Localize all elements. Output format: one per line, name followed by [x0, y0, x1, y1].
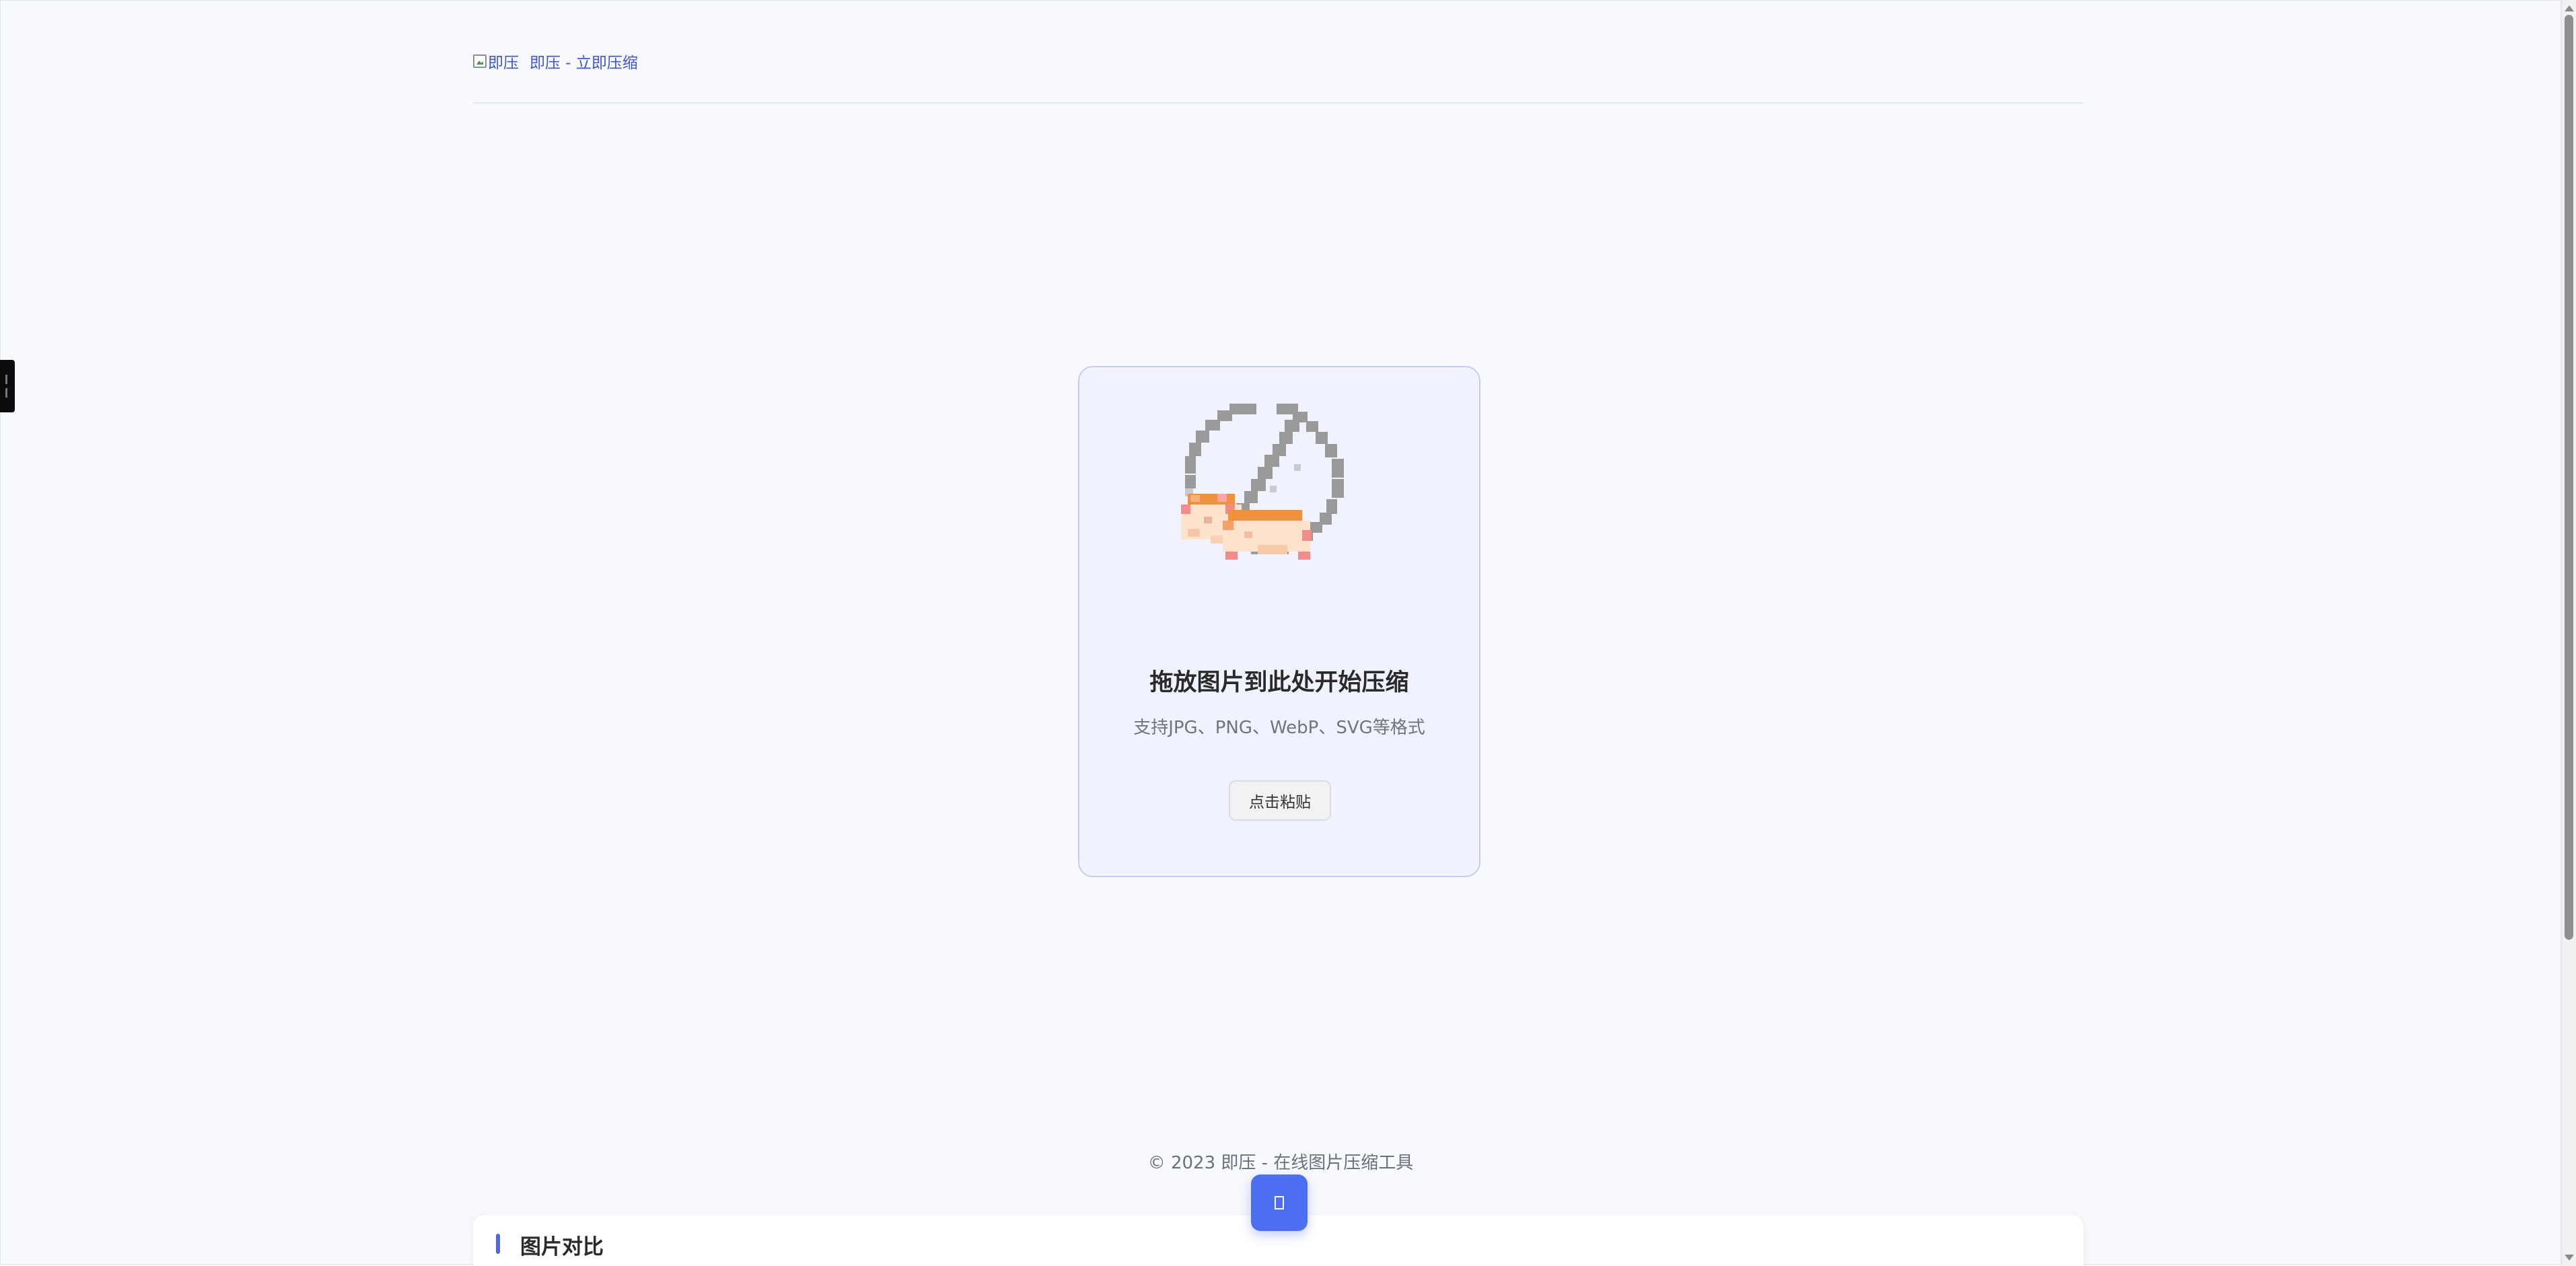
logo-image: 即压 — [473, 50, 519, 73]
site-header: 即压 即压 - 立即压缩 — [473, 47, 2083, 104]
no-image-pixel-art-icon — [1181, 404, 1344, 560]
floating-action-button[interactable] — [1251, 1175, 1308, 1231]
logo-link[interactable]: 即压 即压 - 立即压缩 — [473, 50, 638, 73]
scroll-down-arrow-icon[interactable] — [2565, 1255, 2574, 1261]
grip-line — [5, 375, 7, 384]
section-accent-bar — [496, 1234, 500, 1254]
upload-dropzone[interactable]: 拖放图片到此处开始压缩 支持JPG、PNG、WebP、SVG等格式 点击粘贴 — [1078, 366, 1480, 877]
side-drawer-handle[interactable] — [0, 360, 15, 412]
vertical-scrollbar[interactable] — [2561, 0, 2576, 1266]
dropzone-title: 拖放图片到此处开始压缩 — [1149, 669, 1409, 696]
scrollbar-thumb[interactable] — [2565, 15, 2573, 940]
broken-image-icon — [473, 54, 487, 68]
app-viewport: 即压 即压 - 立即压缩 拖放图片到此处开始压缩 支持JPG、PNG、WebP、… — [0, 0, 2576, 1266]
compare-panel-title: 图片对比 — [520, 1235, 604, 1259]
logo-alt-text: 即压 — [488, 54, 519, 72]
footer-copyright: © 2023 即压 - 在线图片压缩工具 — [1147, 1153, 1414, 1173]
site-title: 即压 - 立即压缩 — [530, 54, 638, 72]
supported-formats-text: 支持JPG、PNG、WebP、SVG等格式 — [1133, 718, 1425, 738]
grip-line — [5, 388, 7, 398]
scroll-up-arrow-icon[interactable] — [2565, 5, 2574, 11]
phone-icon — [1275, 1196, 1284, 1209]
paste-button[interactable]: 点击粘贴 — [1229, 780, 1331, 821]
